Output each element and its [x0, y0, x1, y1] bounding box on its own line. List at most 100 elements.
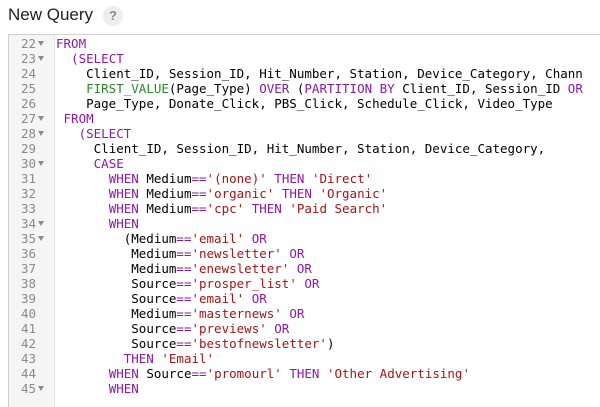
- code-line[interactable]: 26 Page_Type, Donate_Click, PBS_Click, S…: [9, 96, 600, 111]
- code-token: OR: [274, 321, 290, 336]
- code-line[interactable]: 28 (SELECT: [9, 126, 600, 141]
- code-line[interactable]: 22 FROM: [9, 36, 600, 51]
- code-token: ==: [176, 276, 192, 291]
- code-token: 'masternews': [191, 306, 282, 321]
- code-line[interactable]: 24 Client_ID, Session_ID, Hit_Number, St…: [9, 66, 600, 81]
- line-number: 28: [20, 126, 36, 141]
- code-text: Client_ID, Session_ID, Hit_Number, Stati…: [56, 66, 583, 81]
- code-line[interactable]: 43 THEN 'Email': [9, 351, 600, 366]
- code-line[interactable]: 25 FIRST_VALUE(Page_Type) OVER (PARTITIO…: [9, 81, 600, 96]
- code-token: OR: [251, 231, 267, 246]
- fold-arrow-icon[interactable]: [38, 116, 44, 121]
- code-text: Medium=='enewsletter' OR: [56, 261, 312, 276]
- code-line[interactable]: 45 WHEN: [9, 381, 600, 396]
- code-token: 'promourl': [206, 366, 282, 381]
- fold-arrow-icon[interactable]: [38, 386, 44, 391]
- code-line[interactable]: 23 (SELECT: [9, 51, 600, 66]
- code-text: WHEN Medium=='(none)' THEN 'Direct': [56, 171, 372, 186]
- code-token: Source: [131, 291, 177, 306]
- code-token: 'previews': [191, 321, 267, 336]
- code-text: THEN 'Email': [56, 351, 214, 366]
- code-token: CASE: [93, 156, 124, 171]
- line-number: 45: [20, 381, 36, 396]
- line-number: 31: [20, 171, 36, 186]
- code-line[interactable]: 40 Medium=='masternews' OR: [9, 306, 600, 321]
- sql-editor[interactable]: 22 FROM 23 (SELECT 24 Client_ID, Session_ID…: [8, 34, 600, 407]
- code-line[interactable]: 37 Medium=='enewsletter' OR: [9, 261, 600, 276]
- code-token: (SELECT: [78, 126, 132, 141]
- line-number: 37: [20, 261, 36, 276]
- code-line[interactable]: 41 Source=='previews' OR: [9, 321, 600, 336]
- code-token: ==: [191, 201, 207, 216]
- fold-arrow-icon[interactable]: [38, 131, 44, 136]
- fold-arrow-icon[interactable]: [38, 236, 44, 241]
- code-text: WHEN Medium=='organic' THEN 'Organic': [56, 186, 388, 201]
- code-token: (SELECT: [71, 51, 124, 66]
- code-token: Medium: [138, 171, 192, 186]
- line-number: 27: [20, 111, 36, 126]
- code-line[interactable]: 32 WHEN Medium=='organic' THEN 'Organic': [9, 186, 600, 201]
- line-number: 22: [20, 36, 36, 51]
- code-text: Page_Type, Donate_Click, PBS_Click, Sche…: [56, 96, 553, 111]
- code-text: WHEN Medium=='cpc' THEN 'Paid Search': [56, 201, 388, 216]
- code-line[interactable]: 38 Source=='prosper_list' OR: [9, 276, 600, 291]
- code-text: Source=='bestofnewsletter'): [56, 336, 334, 351]
- code-token: WHEN: [108, 216, 139, 231]
- line-number: 32: [20, 186, 36, 201]
- fold-arrow-icon[interactable]: [38, 41, 44, 46]
- code-line[interactable]: 29 Client_ID, Session_ID, Hit_Number, St…: [9, 141, 600, 156]
- line-number: 40: [20, 306, 36, 321]
- code-line[interactable]: 36 Medium=='newsletter' OR: [9, 246, 600, 261]
- line-number: 23: [20, 51, 36, 66]
- code-area[interactable]: 22 FROM 23 (SELECT 24 Client_ID, Session_ID…: [9, 36, 600, 396]
- code-token: PARTITION BY: [304, 81, 395, 96]
- code-token: WHEN: [108, 201, 139, 216]
- line-number: 44: [20, 366, 36, 381]
- code-text: Source=='previews' OR: [56, 321, 289, 336]
- line-number: 33: [20, 201, 36, 216]
- code-line[interactable]: 34 WHEN: [9, 216, 600, 231]
- line-number: 34: [20, 216, 36, 231]
- code-token: Client_ID, Session_ID, Hit_Number, Stati…: [86, 66, 583, 81]
- line-number: 36: [20, 246, 36, 261]
- code-token: (Medium: [123, 231, 177, 246]
- code-line[interactable]: 31 WHEN Medium=='(none)' THEN 'Direct': [9, 171, 600, 186]
- code-token: Client_ID, Session_ID, Hit_Number, Stati…: [93, 141, 546, 156]
- code-line[interactable]: 39 Source=='email' OR: [9, 291, 600, 306]
- code-text: WHEN: [56, 381, 139, 396]
- fold-arrow-icon[interactable]: [38, 56, 44, 61]
- code-token: ): [326, 336, 335, 351]
- code-token: '(none)': [206, 171, 267, 186]
- code-token: ==: [176, 261, 192, 276]
- code-token: Source: [131, 321, 177, 336]
- code-text: (SELECT: [56, 51, 124, 66]
- code-token: ==: [176, 291, 192, 306]
- line-number: 30: [20, 156, 36, 171]
- code-token: 'Organic': [319, 186, 388, 201]
- code-token: THEN: [123, 351, 154, 366]
- code-line[interactable]: 30 CASE: [9, 156, 600, 171]
- code-text: WHEN: [56, 216, 139, 231]
- code-line[interactable]: 33 WHEN Medium=='cpc' THEN 'Paid Search': [9, 201, 600, 216]
- code-token: OVER: [259, 81, 290, 96]
- code-line[interactable]: 35 (Medium=='email' OR: [9, 231, 600, 246]
- fold-arrow-icon[interactable]: [38, 221, 44, 226]
- code-line[interactable]: 27 FROM: [9, 111, 600, 126]
- fold-arrow-icon[interactable]: [38, 161, 44, 166]
- code-token: 'prosper_list': [191, 276, 297, 291]
- code-token: 'Other Advertising': [326, 366, 470, 381]
- line-number: 29: [20, 141, 36, 156]
- code-token: Medium: [131, 261, 177, 276]
- code-token: THEN: [289, 366, 320, 381]
- code-token: ==: [191, 366, 207, 381]
- code-line[interactable]: 42 Source=='bestofnewsletter'): [9, 336, 600, 351]
- code-text: CASE: [56, 156, 124, 171]
- code-text: FROM: [56, 36, 86, 51]
- code-line[interactable]: 44 WHEN Source=='promourl' THEN 'Other A…: [9, 366, 600, 381]
- line-number: 38: [20, 276, 36, 291]
- code-token: 'bestofnewsletter': [191, 336, 327, 351]
- code-token: ==: [176, 231, 192, 246]
- help-icon[interactable]: ?: [103, 6, 123, 26]
